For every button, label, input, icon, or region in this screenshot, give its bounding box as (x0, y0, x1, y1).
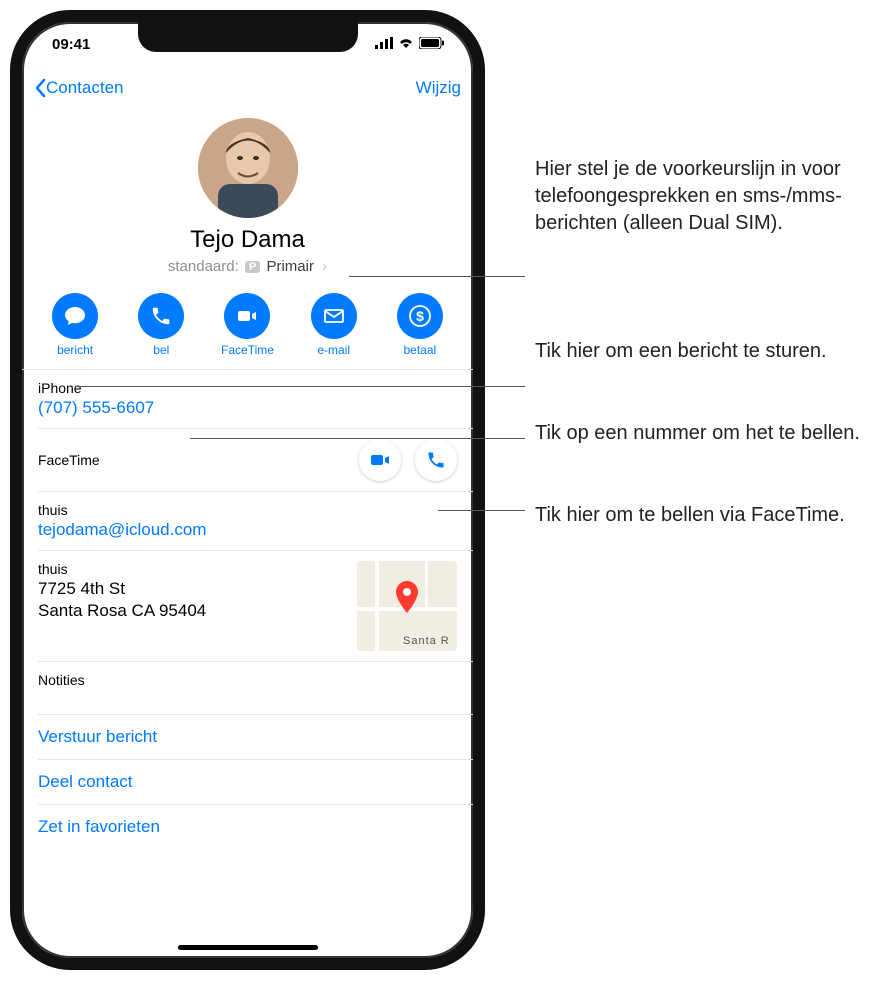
default-line-button[interactable]: standaard: P Primair › (22, 258, 473, 275)
call-label: bel (131, 343, 191, 357)
phone-number[interactable]: (707) 555-6607 (38, 398, 457, 418)
facetime-video-button[interactable] (359, 439, 401, 481)
phone-icon (426, 450, 446, 470)
svg-text:$: $ (416, 308, 424, 324)
cellular-icon (375, 36, 393, 53)
email-field[interactable]: thuis tejodama@icloud.com (22, 492, 473, 550)
callout-leader (438, 510, 525, 511)
facetime-label: FaceTime (217, 343, 277, 357)
home-indicator[interactable] (178, 945, 318, 950)
share-contact-link[interactable]: Deel contact (22, 760, 473, 804)
call-button[interactable]: bel (131, 293, 191, 357)
facetime-button[interactable]: FaceTime (217, 293, 277, 357)
email-label: e-mail (304, 343, 364, 357)
email-button[interactable]: e-mail (304, 293, 364, 357)
phone-field[interactable]: iPhone (707) 555-6607 (22, 370, 473, 428)
email-field-label: thuis (38, 502, 457, 518)
callout-default-line: Hier stel je de voorkeurslijn in voor te… (535, 156, 870, 237)
notes-label: Notities (38, 672, 457, 688)
back-label: Contacten (46, 78, 124, 98)
dollar-icon: $ (408, 304, 432, 328)
nav-bar: Contacten Wijzig (22, 66, 473, 110)
contact-header: Tejo Dama standaard: P Primair › (22, 110, 473, 281)
pay-button[interactable]: $ betaal (390, 293, 450, 357)
battery-icon (419, 36, 445, 53)
notch (138, 22, 358, 52)
share-contact-label: Deel contact (38, 772, 133, 791)
envelope-icon (322, 304, 346, 328)
facetime-audio-button[interactable] (415, 439, 457, 481)
map-thumbnail[interactable]: Santa R (357, 561, 457, 651)
email-value[interactable]: tejodama@icloud.com (38, 520, 457, 540)
map-city-label: Santa R (403, 635, 450, 647)
map-pin-icon (395, 581, 419, 613)
callout-leader (76, 386, 525, 387)
phone-icon (150, 305, 172, 327)
default-line-label: standaard: (168, 258, 239, 275)
message-button[interactable]: bericht (45, 293, 105, 357)
edit-button[interactable]: Wijzig (416, 78, 461, 98)
add-favorite-link[interactable]: Zet in favorieten (22, 805, 473, 849)
address-label: thuis (38, 561, 206, 577)
send-message-link[interactable]: Verstuur bericht (22, 715, 473, 759)
callout-message: Tik hier om een bericht te sturen. (535, 338, 827, 365)
message-icon (63, 304, 87, 328)
address-field[interactable]: thuis 7725 4th St Santa Rosa CA 95404 Sa… (22, 551, 473, 661)
wifi-icon (398, 36, 414, 53)
phone-frame: 09:41 Contacten Wijzig Tejo Dama sta (10, 10, 485, 970)
chevron-left-icon (34, 78, 46, 98)
callout-phone: Tik op een nummer om het te bellen. (535, 420, 860, 447)
status-icons (375, 36, 445, 53)
address-line1: 7725 4th St (38, 579, 206, 599)
callout-leader (190, 438, 525, 439)
add-favorite-label: Zet in favorieten (38, 817, 160, 836)
notes-field[interactable]: Notities (22, 662, 473, 714)
edit-label: Wijzig (416, 78, 461, 97)
send-message-label: Verstuur bericht (38, 727, 157, 746)
video-icon (368, 448, 392, 472)
callout-leader (349, 276, 525, 277)
contact-name: Tejo Dama (22, 226, 473, 254)
video-icon (235, 304, 259, 328)
default-line-value: Primair (266, 258, 314, 275)
chevron-right-icon: › (322, 258, 327, 275)
callout-facetime: Tik hier om te bellen via FaceTime. (535, 502, 845, 529)
pay-label: betaal (390, 343, 450, 357)
message-label: bericht (45, 343, 105, 357)
action-row: bericht bel FaceTime e-mail $ betaal (22, 281, 473, 369)
phone-label: iPhone (38, 380, 457, 396)
sim-badge-icon: P (245, 261, 260, 273)
facetime-row-label: FaceTime (38, 452, 100, 468)
address-line2: Santa Rosa CA 95404 (38, 601, 206, 621)
avatar[interactable] (198, 118, 298, 218)
back-button[interactable]: Contacten (34, 78, 124, 98)
status-time: 09:41 (52, 36, 90, 53)
